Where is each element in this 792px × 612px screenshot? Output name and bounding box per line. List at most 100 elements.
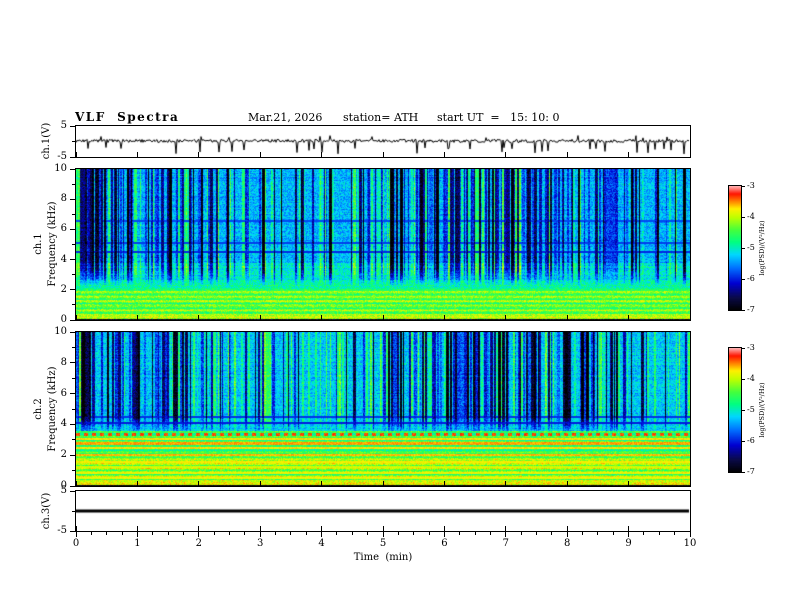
tick-mark	[70, 454, 75, 456]
y-tick-label: -5	[57, 151, 67, 162]
tick-mark	[689, 315, 691, 320]
tick-mark	[321, 481, 323, 486]
tick-mark	[259, 481, 261, 486]
tick-mark	[70, 530, 75, 532]
tick-mark	[505, 526, 507, 531]
x-tick-label: 4	[318, 538, 325, 549]
tick-mark	[70, 259, 75, 261]
tick-mark	[72, 439, 75, 441]
tick-mark	[75, 481, 77, 486]
tick-mark	[742, 347, 745, 349]
tick-mark	[566, 526, 568, 531]
tick-mark	[70, 319, 75, 321]
tick-mark	[382, 152, 384, 157]
tick-mark	[70, 485, 75, 487]
tick-mark	[382, 532, 384, 537]
y-tick-label: 6	[60, 387, 67, 399]
tick-mark	[742, 471, 745, 473]
tick-mark	[70, 228, 75, 230]
y-tick-label: 2	[60, 449, 67, 461]
station-label: station= ATH	[343, 111, 419, 124]
tick-mark	[742, 309, 745, 311]
tick-mark	[136, 532, 138, 537]
tick-mark	[628, 481, 630, 486]
colorbar-tick-label: -4	[747, 212, 755, 221]
y-tick-label: 10	[54, 163, 67, 174]
colorbar-tick-label: -4	[747, 374, 755, 383]
tick-mark	[72, 346, 75, 348]
tick-mark	[689, 152, 691, 157]
tick-mark	[305, 532, 307, 535]
x-tick-label: 0	[72, 538, 80, 549]
colorbar-tick-label: -5	[747, 243, 755, 252]
tick-mark	[742, 409, 745, 411]
tick-mark	[75, 526, 77, 531]
tick-mark	[106, 532, 108, 535]
x-tick-label: 10	[683, 538, 697, 549]
tick-mark	[742, 247, 745, 249]
date-label: Mar.21, 2026	[248, 111, 323, 124]
colorbar-tick-label: -3	[747, 181, 755, 190]
y-tick-label: -5	[57, 525, 67, 536]
tick-mark	[167, 532, 169, 535]
x-tick-label: 6	[441, 538, 448, 549]
y-tick-label: 10	[54, 326, 67, 337]
tick-mark	[121, 532, 123, 535]
tick-mark	[213, 532, 215, 535]
tick-mark	[474, 532, 476, 535]
y-tick-label: 0	[60, 314, 67, 325]
tick-mark	[742, 216, 745, 218]
tick-mark	[443, 152, 445, 157]
x-tick-label: 3	[257, 538, 264, 549]
tick-mark	[152, 532, 154, 535]
tick-mark	[198, 481, 200, 486]
tick-mark	[136, 481, 138, 486]
tick-mark	[566, 481, 568, 486]
tick-mark	[72, 304, 75, 306]
tick-mark	[489, 532, 491, 535]
tick-mark	[742, 185, 745, 187]
tick-mark	[198, 526, 200, 531]
tick-mark	[689, 526, 691, 531]
ch1-waveform-ylabel: ch.1(V)	[41, 122, 52, 160]
tick-mark	[742, 278, 745, 280]
tick-mark	[505, 315, 507, 320]
ch1-spectrogram-panel	[75, 168, 691, 321]
tick-mark	[90, 532, 92, 535]
tick-mark	[72, 510, 75, 512]
tick-mark	[443, 315, 445, 320]
ch2-channel-label: ch.2	[33, 398, 44, 420]
tick-mark	[136, 526, 138, 531]
tick-mark	[520, 532, 522, 535]
tick-mark	[742, 378, 745, 380]
tick-mark	[413, 532, 415, 535]
x-axis-title: Time (min)	[353, 552, 413, 563]
tick-mark	[459, 532, 461, 535]
y-tick-label: 5	[60, 120, 67, 131]
tick-mark	[443, 532, 445, 537]
y-tick-label: 5	[60, 485, 67, 496]
tick-mark	[72, 274, 75, 276]
ch3-waveform-ylabel: ch.3(V)	[41, 492, 52, 530]
tick-mark	[70, 168, 75, 170]
x-tick-label: 7	[502, 538, 509, 549]
tick-mark	[72, 141, 75, 142]
colorbar-1	[728, 185, 742, 311]
tick-mark	[198, 532, 200, 537]
colorbar-2-unit-label: log(PSD)/(V²/Hz)	[757, 382, 766, 438]
tick-mark	[275, 532, 277, 535]
tick-mark	[70, 423, 75, 425]
tick-mark	[505, 532, 507, 537]
tick-mark	[72, 244, 75, 245]
tick-mark	[566, 315, 568, 320]
tick-mark	[443, 526, 445, 531]
tick-mark	[397, 532, 399, 535]
ch2-spectrogram-panel	[75, 331, 691, 487]
colorbar-tick-label: -6	[747, 274, 755, 283]
tick-mark	[551, 532, 553, 535]
tick-mark	[229, 532, 230, 535]
y-tick-label: 4	[60, 418, 67, 430]
tick-mark	[182, 532, 184, 535]
colorbar-tick-label: -6	[747, 436, 755, 445]
tick-mark	[321, 152, 323, 157]
